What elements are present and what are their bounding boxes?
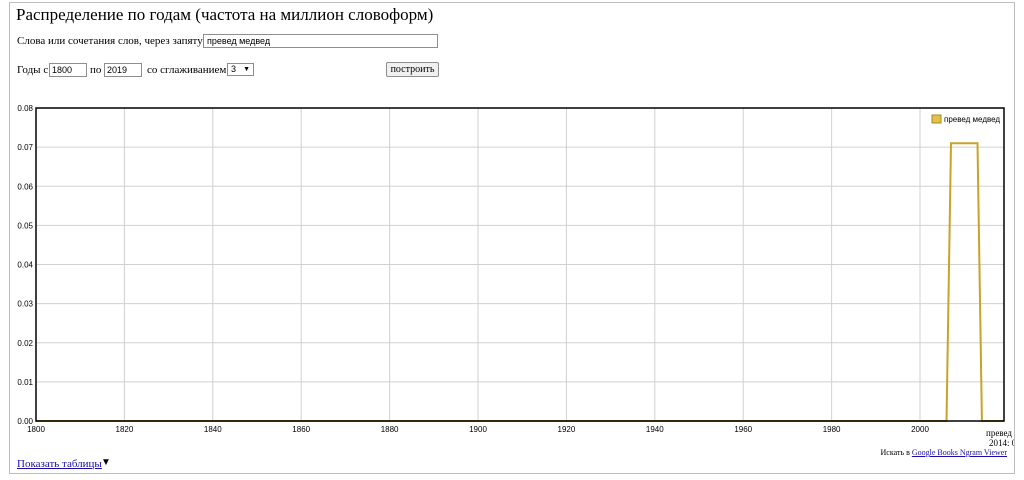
y-tick-label: 0.06 [17, 182, 33, 191]
x-tick-label: 1920 [558, 425, 576, 434]
y-tick-label: 0.04 [17, 261, 33, 270]
x-tick-label: 1820 [116, 425, 134, 434]
y-tick-label: 0.08 [17, 104, 33, 113]
legend-label: превед медвед [944, 115, 1000, 124]
x-tick-label: 2000 [911, 425, 929, 434]
ngram-viewer-link[interactable]: Google Books Ngram Viewer [912, 448, 1007, 457]
y-tick-label: 0.01 [17, 378, 33, 387]
chart: 1800 1820 1840 1860 1880 1900 1920 1940 1960 1980… [17, 104, 1005, 434]
x-tick-label: 1840 [204, 425, 222, 434]
search-line: Искать в Google Books Ngram Viewer [881, 448, 1008, 457]
hover-label-series: превед [986, 428, 1012, 438]
x-tick-label: 1960 [734, 425, 752, 434]
y-tick-label: 0.05 [17, 221, 33, 230]
x-tick-label: 1980 [823, 425, 841, 434]
y-tick-label: 0.03 [17, 300, 33, 309]
y-tick-label: 0.07 [17, 143, 33, 152]
triangle-down-icon: ▼ [101, 457, 111, 468]
legend: превед медвед [931, 114, 1000, 124]
hover-label-value: 2014: 0 [989, 438, 1014, 448]
legend-swatch [931, 114, 942, 124]
show-tables-link[interactable]: Показать таблицы [17, 458, 102, 470]
search-prefix: Искать в [880, 448, 910, 457]
series-line [36, 142, 1004, 422]
y-tick-label: 0.00 [17, 417, 33, 426]
x-tick-label: 1800 [27, 425, 45, 434]
x-tick-label: 1860 [292, 425, 310, 434]
x-tick-label: 1900 [469, 425, 487, 434]
x-tick-label: 1940 [646, 425, 664, 434]
x-tick-label: 1880 [381, 425, 399, 434]
y-tick-label: 0.02 [17, 339, 33, 348]
